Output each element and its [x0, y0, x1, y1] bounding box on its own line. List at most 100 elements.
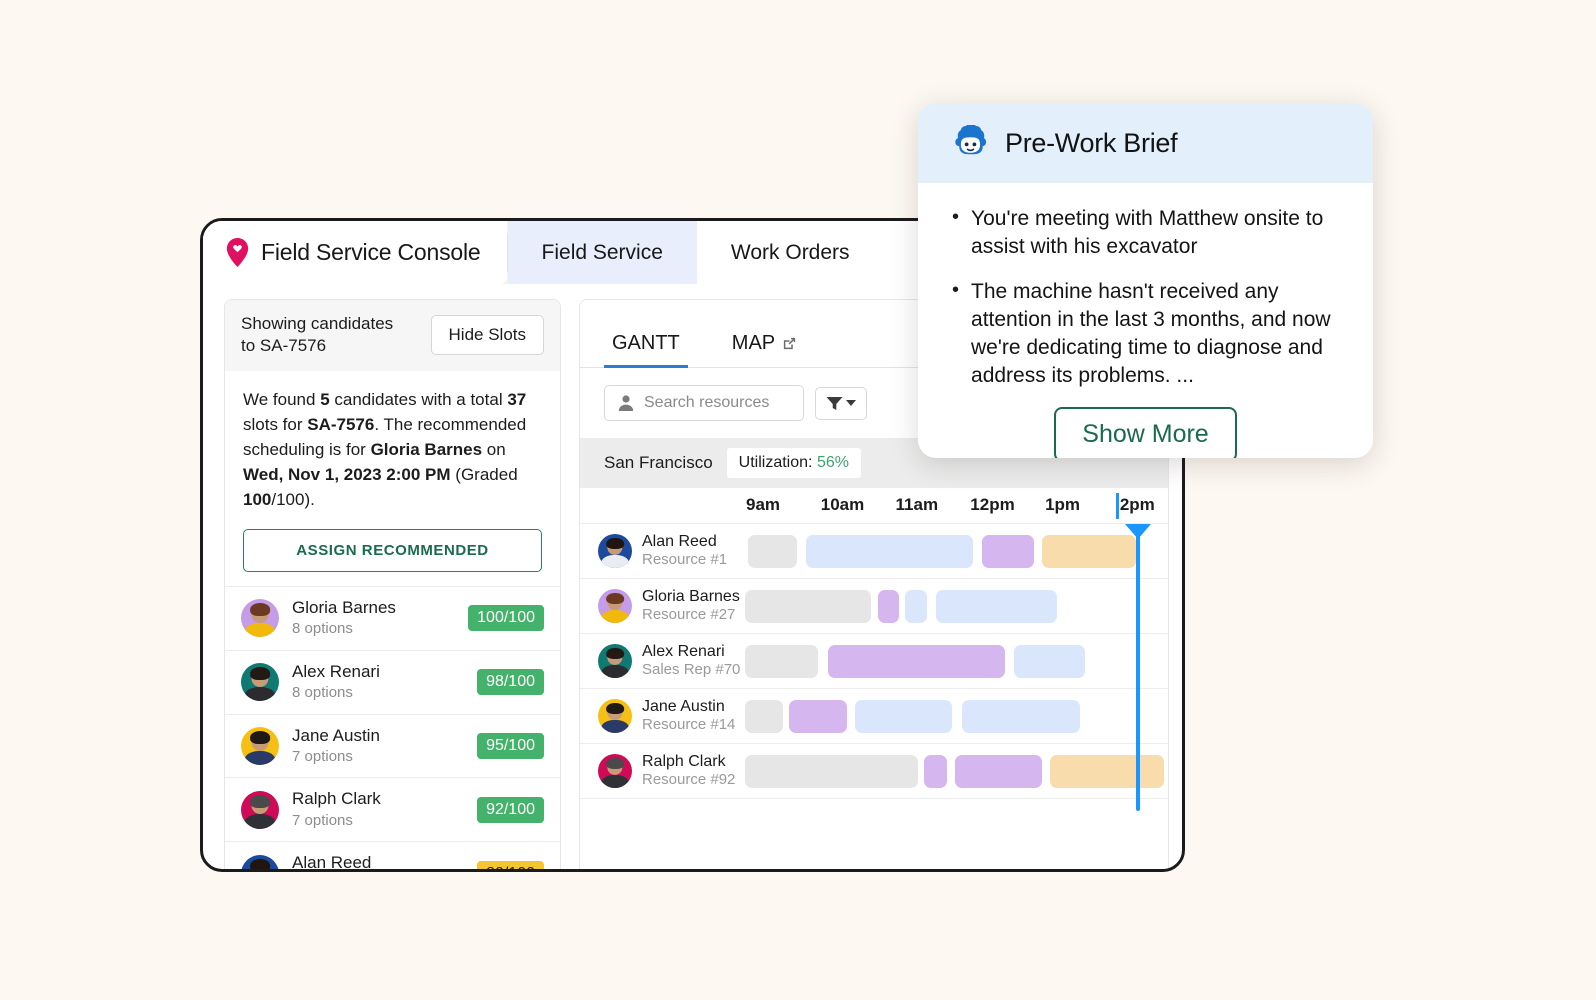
gantt-chart: 9am 10am 11am 12pm 1pm 2pm Alan Reed Resource …: [580, 488, 1168, 811]
avatar-hair: [250, 858, 270, 869]
candidate-options: 7 options: [292, 747, 353, 765]
show-more-wrapper: Show More: [952, 407, 1339, 458]
pre-work-brief-header: Pre-Work Brief: [918, 103, 1373, 183]
resource-cell: Jane Austin Resource #14: [580, 698, 764, 734]
search-resources-box[interactable]: [604, 385, 804, 421]
summary-recommended-name: Gloria Barnes: [370, 439, 483, 459]
filter-button[interactable]: [815, 386, 867, 420]
resource-role: Sales Rep #70: [642, 661, 741, 679]
avatar-hair: [250, 667, 270, 680]
avatar: [241, 599, 279, 638]
candidate-row[interactable]: Alan Reed7 options 80/100: [225, 842, 560, 872]
candidate-name: Alex Renari: [292, 661, 380, 681]
gantt-bar[interactable]: [855, 700, 953, 733]
candidate-options: 8 options: [292, 684, 353, 702]
nav-tab-label: Field Service: [541, 240, 663, 264]
gantt-bar[interactable]: [805, 535, 973, 568]
resource-cell: Alex Renari Sales Rep #70: [580, 643, 764, 679]
pre-work-brief-card: Pre-Work Brief • You're meeting with Matt…: [918, 103, 1373, 458]
candidates-panel: Showing candidates to SA-7576 Hide Slots…: [224, 299, 561, 872]
gantt-bar[interactable]: [1014, 645, 1086, 678]
resource-text: Ralph Clark Resource #92: [642, 753, 735, 789]
gantt-resource-row[interactable]: Alex Renari Sales Rep #70: [580, 634, 1168, 689]
resource-text: Gloria Barnes Resource #27: [642, 588, 740, 624]
gantt-bar[interactable]: [962, 700, 1080, 733]
gantt-bar[interactable]: [924, 755, 948, 788]
time-axis-label: 9am: [746, 495, 781, 514]
candidate-meta: Ralph Clark 7 options: [292, 789, 464, 830]
brief-bullet-item: • The machine hasn't received any attenti…: [952, 278, 1339, 389]
avatar-hair: [606, 757, 624, 769]
avatar: [598, 643, 632, 678]
showing-candidates-line2: to SA-7576: [241, 336, 327, 356]
gantt-resource-row[interactable]: Alan Reed Resource #1: [580, 524, 1168, 579]
pre-work-brief-title: Pre-Work Brief: [1005, 127, 1178, 158]
tab-map[interactable]: MAP: [724, 332, 805, 367]
gantt-resource-row[interactable]: Ralph Clark Resource #92: [580, 744, 1168, 799]
gantt-bar[interactable]: [747, 535, 797, 568]
resource-text: Alan Reed Resource #1: [642, 533, 727, 569]
assign-recommended-button[interactable]: ASSIGN RECOMMENDED: [243, 528, 542, 572]
showing-candidates-line1: Showing candidates: [241, 314, 394, 333]
screenshot-stage: Field Service Console Field Service Work…: [0, 0, 1596, 1000]
chevron-down-icon: [846, 400, 856, 406]
app-tab-field-service-console[interactable]: Field Service Console: [203, 221, 507, 284]
nav-tab-work-orders[interactable]: Work Orders: [696, 221, 884, 284]
hide-slots-button[interactable]: Hide Slots: [430, 315, 544, 356]
avatar-hair: [606, 647, 624, 659]
gantt-lane: [745, 744, 1168, 798]
summary-mid4: on: [482, 439, 506, 459]
gantt-bar[interactable]: [982, 535, 1034, 568]
brief-text: The machine hasn't received any attentio…: [971, 280, 1331, 387]
show-more-button[interactable]: Show More: [1054, 407, 1237, 458]
summary-recommended-datetime: Wed, Nov 1, 2023 2:00 PM: [243, 464, 451, 484]
resource-name: Gloria Barnes: [642, 587, 740, 605]
candidate-row[interactable]: Jane Austin 7 options 95/100: [225, 715, 560, 779]
gantt-lane: [745, 634, 1168, 688]
avatar-body: [601, 775, 629, 788]
gantt-resource-row[interactable]: Jane Austin Resource #14: [580, 689, 1168, 744]
gantt-bar[interactable]: [827, 645, 1005, 678]
bullet-icon: •: [952, 206, 960, 228]
gantt-bar[interactable]: [935, 590, 1058, 623]
candidate-name: Gloria Barnes: [292, 597, 396, 617]
candidate-row[interactable]: Gloria Barnes 8 options 100/100: [225, 587, 560, 651]
pre-work-brief-body: • You're meeting with Matthew onsite to a…: [918, 183, 1373, 458]
avatar: [241, 854, 279, 869]
gantt-bar[interactable]: [745, 755, 919, 788]
tab-gantt[interactable]: GANTT: [604, 332, 688, 368]
gantt-bar[interactable]: [905, 590, 927, 623]
tab-map-label: MAP: [731, 332, 776, 354]
current-time-line: [1135, 532, 1140, 811]
gantt-lane: [745, 689, 1168, 743]
gantt-bar[interactable]: [788, 700, 847, 733]
gantt-bar[interactable]: [745, 590, 871, 623]
resource-cell: Ralph Clark Resource #92: [580, 753, 764, 789]
showing-candidates-title: Showing candidates to SA-7576: [241, 313, 393, 358]
gantt-bar[interactable]: [745, 700, 783, 733]
gantt-bar[interactable]: [877, 590, 900, 623]
current-time-tick: [1115, 493, 1119, 519]
gantt-resource-row[interactable]: Gloria Barnes Resource #27: [580, 579, 1168, 634]
nav-tab-field-service[interactable]: Field Service: [507, 221, 697, 284]
gantt-bar[interactable]: [1042, 535, 1136, 568]
gantt-bar[interactable]: [745, 645, 818, 678]
candidate-name: Alan Reed: [292, 853, 372, 872]
avatar-body: [244, 686, 276, 702]
summary-mid5: (Graded: [450, 464, 518, 484]
time-axis-label: 10am: [820, 495, 865, 514]
search-resources-input[interactable]: [644, 394, 791, 412]
candidate-row[interactable]: Alex Renari 8 options 98/100: [225, 651, 560, 715]
gantt-bar[interactable]: [954, 755, 1043, 788]
avatar-body: [601, 610, 629, 623]
resource-name: Jane Austin: [642, 697, 725, 715]
candidate-score-badge: 92/100: [477, 796, 544, 823]
summary-text: We found 5 candidates with a total 37 sl…: [243, 388, 542, 513]
summary-suffix: /100).: [271, 489, 315, 509]
candidate-meta: Alan Reed7 options: [292, 853, 464, 872]
gantt-bar[interactable]: [1050, 755, 1164, 788]
candidate-row[interactable]: Ralph Clark 7 options 92/100: [225, 778, 560, 843]
resource-role: Resource #92: [642, 771, 736, 789]
nav-tab-label: Work Orders: [730, 240, 850, 264]
resource-name: Alan Reed: [642, 532, 717, 550]
